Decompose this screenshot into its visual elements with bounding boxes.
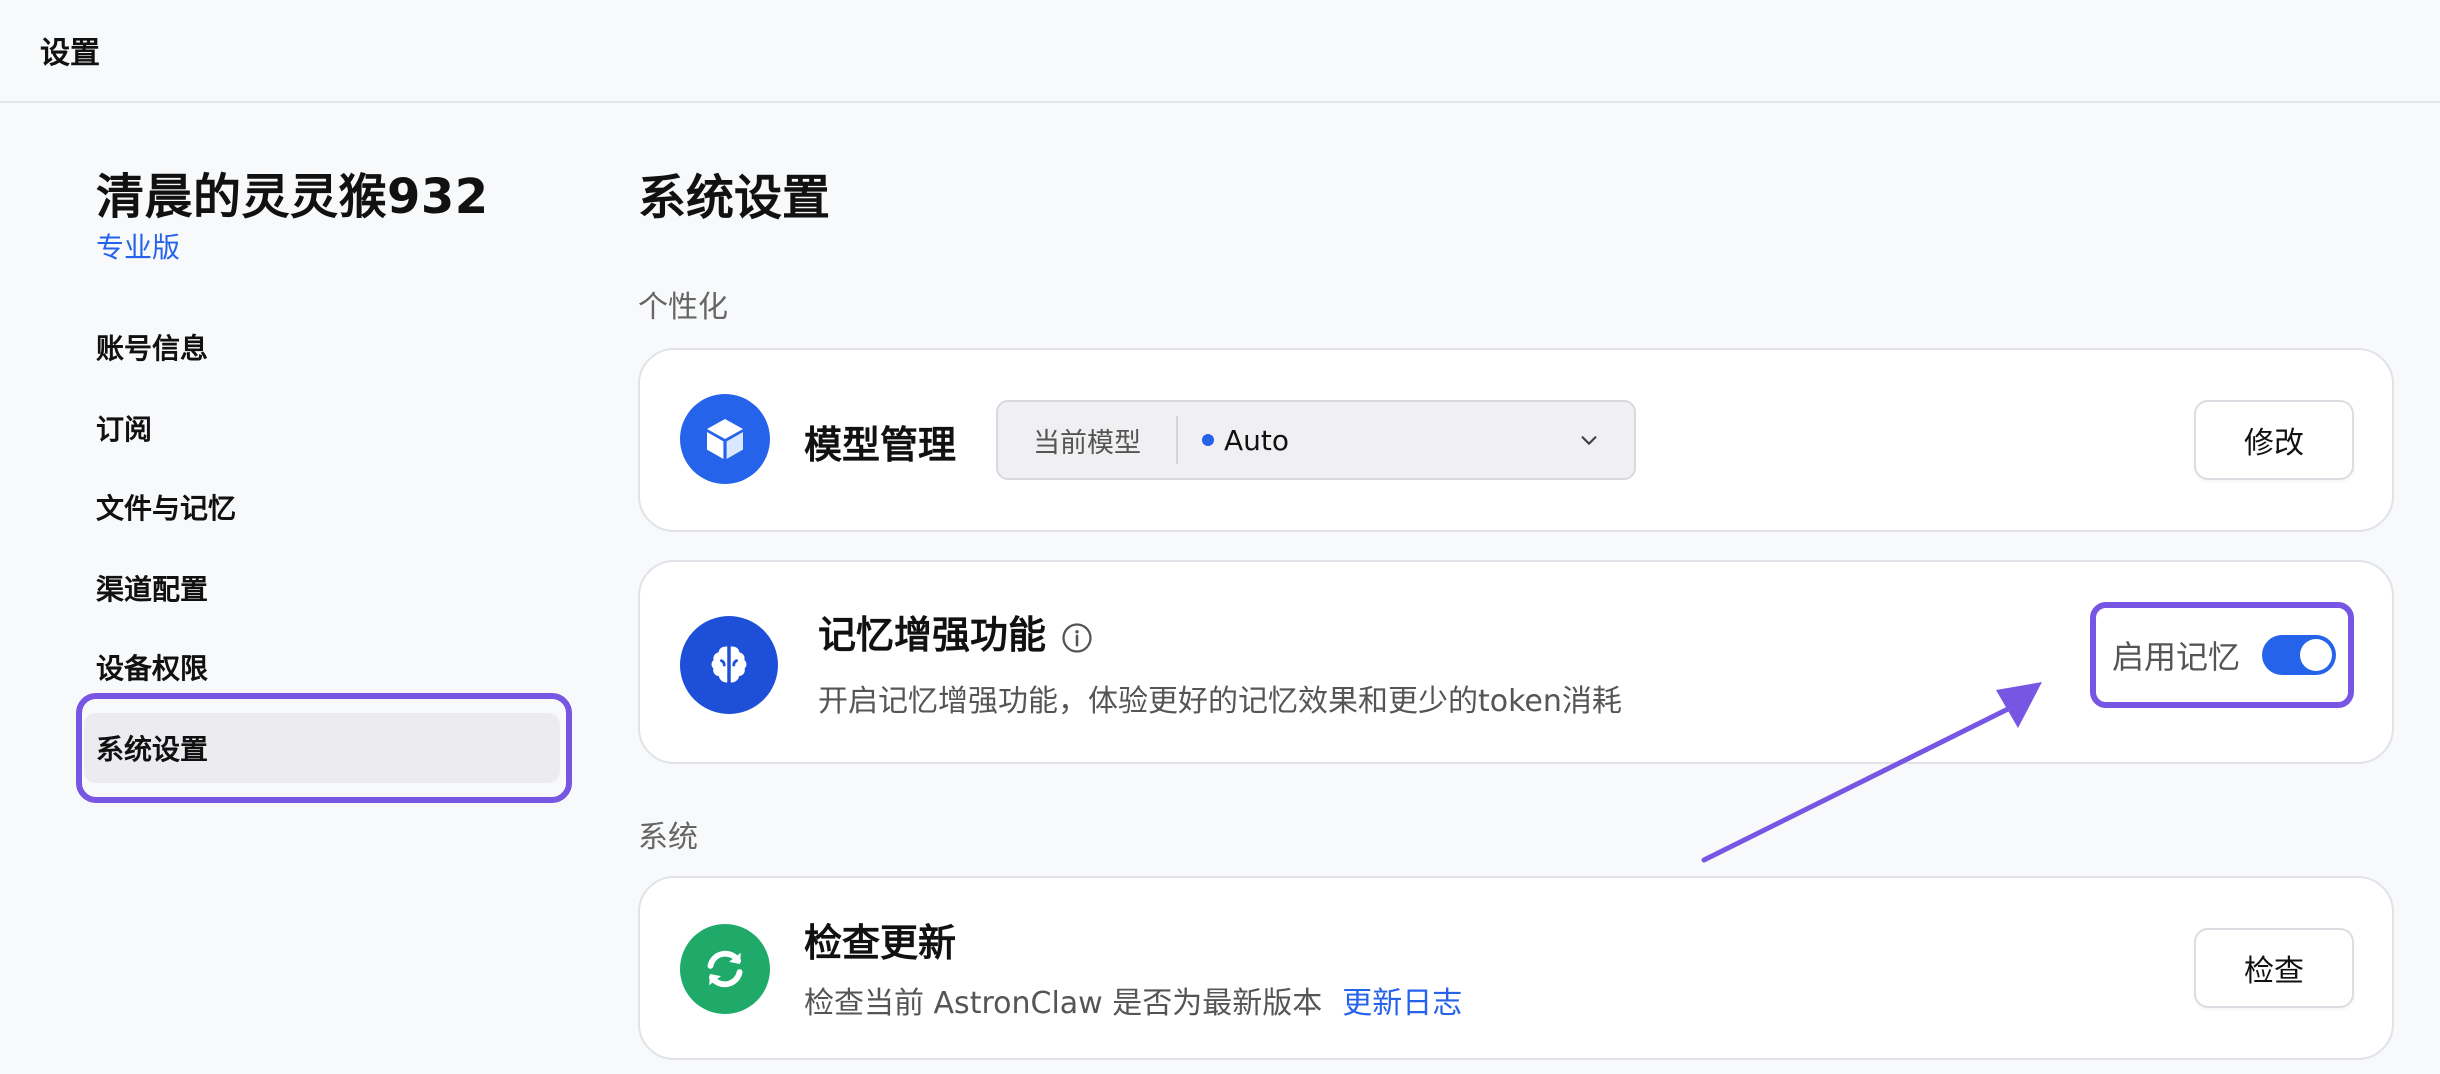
sidebar-item-label: 设备权限 [96,652,209,685]
info-icon[interactable] [1060,621,1094,655]
check-update-card: 检查更新 检查当前 AstronClaw 是否为最新版本 更新日志 检查 [638,876,2394,1060]
chevron-down-icon [1578,429,1600,451]
section-personalization: 个性化 [638,290,728,325]
enable-memory-toggle[interactable] [2262,635,2337,675]
model-select-label: 当前模型 [1033,427,1141,459]
user-name: 清晨的灵灵猴932 [96,169,489,225]
sidebar-item-device-permissions[interactable]: 设备权限 [96,632,556,702]
sidebar-item-label: 订阅 [96,413,153,446]
model-select-value: Auto [1224,423,1290,457]
enable-memory-control: 启用记忆 [2090,602,2354,708]
sidebar-item-account[interactable]: 账号信息 [96,312,556,382]
section-system: 系统 [638,820,698,855]
sidebar-item-label: 文件与记忆 [96,492,237,525]
check-button[interactable]: 检查 [2194,928,2354,1008]
sidebar-item-files-memory[interactable]: 文件与记忆 [96,472,556,542]
model-status-dot [1202,434,1214,446]
refresh-icon [680,924,770,1014]
plan-badge[interactable]: 专业版 [96,226,180,266]
modify-button[interactable]: 修改 [2194,400,2354,480]
cube-icon [680,394,770,484]
model-select-divider [1176,416,1178,464]
model-card-title: 模型管理 [804,423,957,467]
page-header-title: 设置 [40,36,100,71]
update-card-desc-text: 检查当前 AstronClaw 是否为最新版本 [804,986,1323,1021]
sidebar-item-label: 渠道配置 [96,573,209,606]
memory-card-desc: 开启记忆增强功能，体验更好的记忆效果和更少的token消耗 [818,684,1622,719]
brain-icon [680,616,778,714]
memory-card-title: 记忆增强功能 [818,604,1094,659]
changelog-link[interactable]: 更新日志 [1342,986,1462,1021]
sidebar-item-label: 账号信息 [96,332,209,365]
memory-card-title-text: 记忆增强功能 [818,613,1047,657]
update-card-title: 检查更新 [804,921,957,965]
enable-memory-label: 启用记忆 [2112,638,2241,676]
sidebar-item-system-settings[interactable]: 系统设置 [84,713,560,783]
update-card-desc: 检查当前 AstronClaw 是否为最新版本 更新日志 [804,978,1462,1022]
sidebar-item-label: 系统设置 [96,733,209,766]
main-title: 系统设置 [638,170,831,226]
top-bar: 设置 [0,0,2440,103]
model-select[interactable]: 当前模型 Auto [996,400,1636,480]
sidebar-item-subscription[interactable]: 订阅 [96,393,556,463]
sidebar-item-channels[interactable]: 渠道配置 [96,553,556,623]
